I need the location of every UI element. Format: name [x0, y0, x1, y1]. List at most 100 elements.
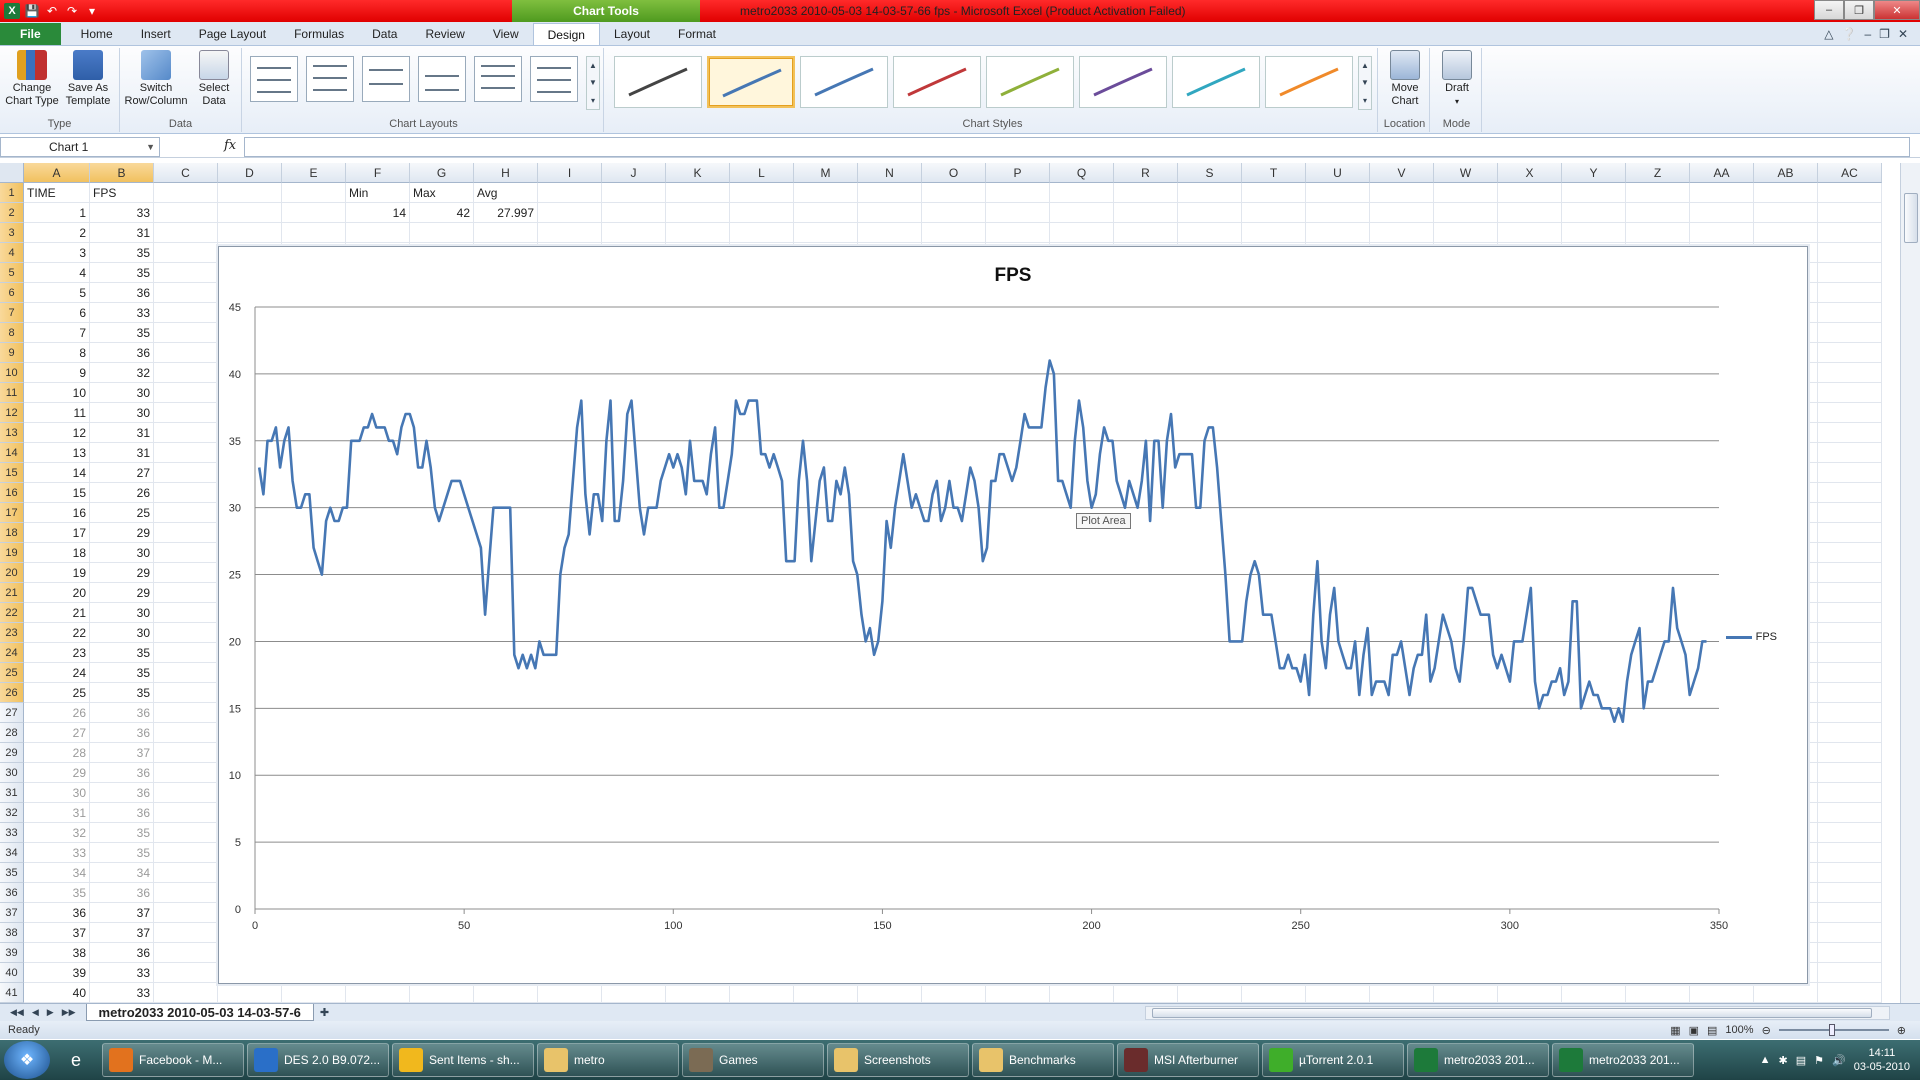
row-header[interactable]: 25: [0, 663, 24, 683]
select-data-button[interactable]: Select Data: [186, 50, 242, 112]
cell-d3[interactable]: [218, 223, 282, 243]
cell-b16[interactable]: 26: [90, 483, 154, 503]
cell-ac32[interactable]: [1818, 803, 1882, 823]
cell-ac5[interactable]: [1818, 263, 1882, 283]
cell-u3[interactable]: [1306, 223, 1370, 243]
cell-e2[interactable]: [282, 203, 346, 223]
cell-c2[interactable]: [154, 203, 218, 223]
row-header[interactable]: 22: [0, 603, 24, 623]
cell-ac23[interactable]: [1818, 623, 1882, 643]
row-header[interactable]: 37: [0, 903, 24, 923]
row-header[interactable]: 12: [0, 403, 24, 423]
chart-style-7[interactable]: [1172, 56, 1260, 108]
cell-ac10[interactable]: [1818, 363, 1882, 383]
cell-y1[interactable]: [1562, 183, 1626, 203]
cell-i3[interactable]: [538, 223, 602, 243]
column-header-m[interactable]: M: [794, 163, 858, 183]
cell-c18[interactable]: [154, 523, 218, 543]
vertical-scroll-thumb[interactable]: [1904, 193, 1918, 243]
cell-c36[interactable]: [154, 883, 218, 903]
row-header[interactable]: 19: [0, 543, 24, 563]
cell-b2[interactable]: 33: [90, 203, 154, 223]
taskbar-button[interactable]: Benchmarks: [972, 1043, 1114, 1077]
row-header[interactable]: 26: [0, 683, 24, 703]
cell-c1[interactable]: [154, 183, 218, 203]
cell-f41[interactable]: [346, 983, 410, 1003]
row-header[interactable]: 7: [0, 303, 24, 323]
cell-c35[interactable]: [154, 863, 218, 883]
cell-ac25[interactable]: [1818, 663, 1882, 683]
cell-c10[interactable]: [154, 363, 218, 383]
cell-f3[interactable]: [346, 223, 410, 243]
tab-format[interactable]: Format: [664, 23, 730, 45]
column-header-b[interactable]: B: [90, 163, 154, 183]
row-header[interactable]: 34: [0, 843, 24, 863]
cell-b31[interactable]: 36: [90, 783, 154, 803]
cell-c6[interactable]: [154, 283, 218, 303]
cell-d1[interactable]: [218, 183, 282, 203]
cell-c33[interactable]: [154, 823, 218, 843]
cell-a41[interactable]: 40: [24, 983, 90, 1003]
cell-ac31[interactable]: [1818, 783, 1882, 803]
cell-ac36[interactable]: [1818, 883, 1882, 903]
row-header[interactable]: 10: [0, 363, 24, 383]
cell-a27[interactable]: 26: [24, 703, 90, 723]
row-header[interactable]: 14: [0, 443, 24, 463]
cell-w3[interactable]: [1434, 223, 1498, 243]
cell-ac19[interactable]: [1818, 543, 1882, 563]
cell-c16[interactable]: [154, 483, 218, 503]
cell-e3[interactable]: [282, 223, 346, 243]
minimize-ribbon-icon[interactable]: △: [1824, 27, 1833, 41]
save-as-template-button[interactable]: Save As Template: [60, 50, 116, 112]
cell-t1[interactable]: [1242, 183, 1306, 203]
taskbar-button[interactable]: metro: [537, 1043, 679, 1077]
cell-ac34[interactable]: [1818, 843, 1882, 863]
cell-c31[interactable]: [154, 783, 218, 803]
cell-n2[interactable]: [858, 203, 922, 223]
tab-data[interactable]: Data: [358, 23, 411, 45]
taskbar-button[interactable]: metro2033 201...: [1407, 1043, 1549, 1077]
cell-ac16[interactable]: [1818, 483, 1882, 503]
cell-g1[interactable]: Max: [410, 183, 474, 203]
cell-ac7[interactable]: [1818, 303, 1882, 323]
row-header[interactable]: 38: [0, 923, 24, 943]
cell-p2[interactable]: [986, 203, 1050, 223]
row-header[interactable]: 17: [0, 503, 24, 523]
clock[interactable]: 14:11 03-05-2010: [1854, 1046, 1910, 1074]
cell-b28[interactable]: 36: [90, 723, 154, 743]
cell-e41[interactable]: [282, 983, 346, 1003]
row-header[interactable]: 6: [0, 283, 24, 303]
internet-explorer-icon[interactable]: e: [50, 1042, 102, 1078]
cell-b24[interactable]: 35: [90, 643, 154, 663]
cell-k3[interactable]: [666, 223, 730, 243]
cell-w41[interactable]: [1434, 983, 1498, 1003]
cell-k1[interactable]: [666, 183, 730, 203]
close-button[interactable]: ✕: [1874, 0, 1920, 20]
cell-b30[interactable]: 36: [90, 763, 154, 783]
cell-ac21[interactable]: [1818, 583, 1882, 603]
column-header-n[interactable]: N: [858, 163, 922, 183]
chart-style-4[interactable]: [893, 56, 981, 108]
prev-sheet-icon[interactable]: ◀: [32, 1007, 39, 1018]
cell-q41[interactable]: [1050, 983, 1114, 1003]
column-header-e[interactable]: E: [282, 163, 346, 183]
chart-style-5[interactable]: [986, 56, 1074, 108]
tab-file[interactable]: File: [0, 23, 61, 45]
chart-style-8[interactable]: [1265, 56, 1353, 108]
cell-b23[interactable]: 30: [90, 623, 154, 643]
cell-b38[interactable]: 37: [90, 923, 154, 943]
column-header-a[interactable]: A: [24, 163, 90, 183]
cell-a38[interactable]: 37: [24, 923, 90, 943]
cell-a15[interactable]: 14: [24, 463, 90, 483]
cell-a9[interactable]: 8: [24, 343, 90, 363]
cell-p3[interactable]: [986, 223, 1050, 243]
cell-ab41[interactable]: [1754, 983, 1818, 1003]
select-all-corner[interactable]: [0, 163, 24, 183]
cell-ac1[interactable]: [1818, 183, 1882, 203]
cell-c3[interactable]: [154, 223, 218, 243]
cell-ac18[interactable]: [1818, 523, 1882, 543]
row-header[interactable]: 41: [0, 983, 24, 1003]
cell-a22[interactable]: 21: [24, 603, 90, 623]
cell-b3[interactable]: 31: [90, 223, 154, 243]
cell-ac41[interactable]: [1818, 983, 1882, 1003]
